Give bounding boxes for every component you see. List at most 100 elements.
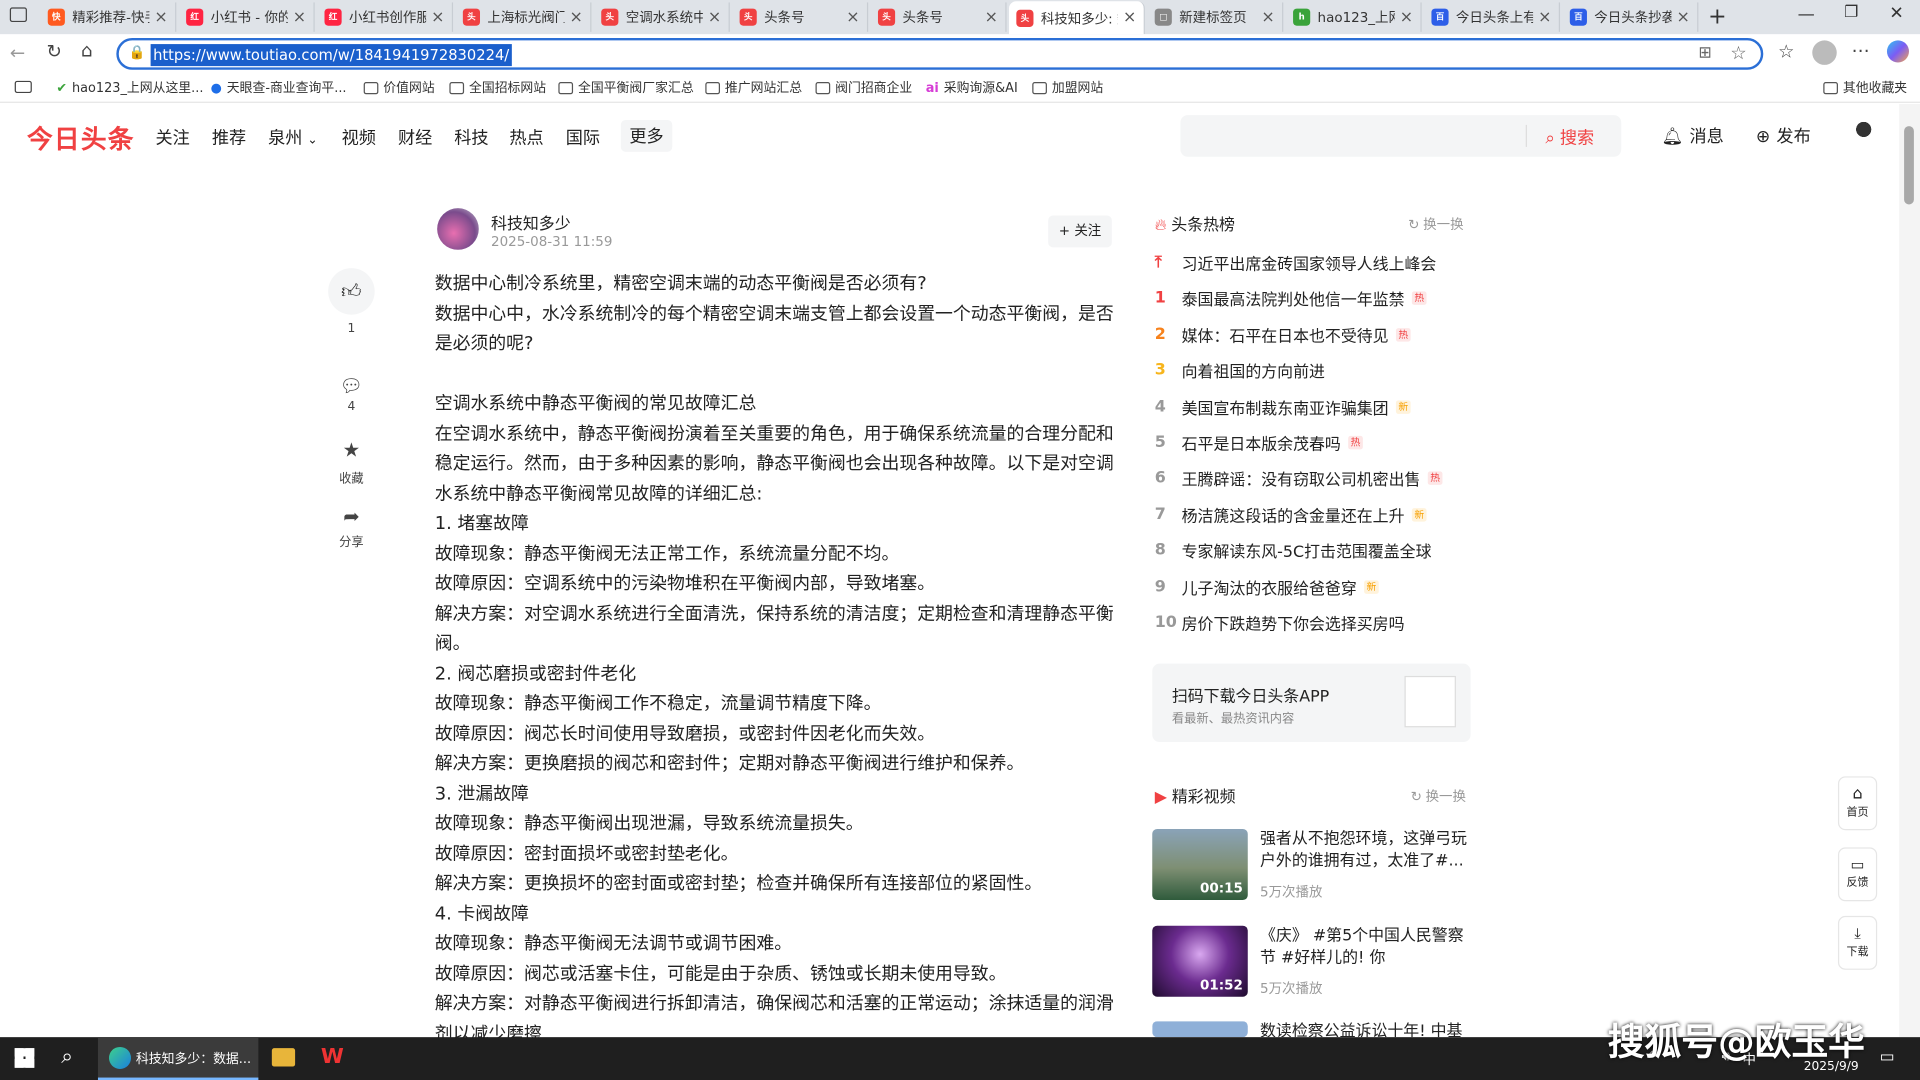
tab-close-icon[interactable]: × bbox=[1538, 8, 1551, 26]
bookmark-folder[interactable]: 全国平衡阀厂家汇总 bbox=[558, 78, 694, 96]
video-item[interactable]: 00:15 强者从不抱怨环境，这弹弓玩户外的谁拥有过，太准了#... 5万次播放 bbox=[1152, 828, 1470, 915]
nav-recommend[interactable]: 推荐 bbox=[212, 125, 246, 149]
user-avatar[interactable] bbox=[1851, 120, 1876, 147]
profile-avatar[interactable] bbox=[1812, 40, 1837, 65]
bookmark-tianyancha[interactable]: ● 天眼查-商业查询平... bbox=[211, 78, 347, 96]
search-icon[interactable]: ⌕ bbox=[61, 1044, 73, 1068]
hot-list-item[interactable]: 3 向着祖国的方向前进 bbox=[1155, 359, 1325, 382]
browser-tab[interactable]: 快精彩推荐-快手 × bbox=[40, 2, 177, 32]
video-item[interactable]: 数读检察公益诉讼十年! 中基 bbox=[1152, 1021, 1470, 1038]
browser-tab[interactable]: 百今日头条抄袭 × bbox=[1562, 2, 1699, 32]
browser-tab[interactable]: 红小红书 - 你的生活 × bbox=[179, 2, 315, 32]
url-text[interactable]: https://www.toutiao.com/w/18419419728302… bbox=[150, 44, 512, 67]
copilot-icon[interactable] bbox=[1886, 40, 1909, 63]
tab-close-icon[interactable]: × bbox=[708, 8, 721, 26]
follow-button[interactable]: + 关注 bbox=[1048, 215, 1112, 248]
home-icon[interactable]: ⌂ bbox=[81, 39, 93, 61]
tab-close-icon[interactable]: × bbox=[1400, 8, 1413, 26]
browser-tab[interactable]: □ 新建标签页 × bbox=[1147, 2, 1284, 32]
share-icon[interactable]: ➦ bbox=[328, 504, 375, 527]
favorites-icon[interactable]: ☆ bbox=[1778, 40, 1794, 62]
page-scrollbar[interactable] bbox=[1899, 104, 1920, 1038]
bookmark-hao123[interactable]: ✔ hao123_上网从这里... bbox=[56, 78, 203, 96]
bookmark-folder[interactable]: 阀门招商企业 bbox=[815, 78, 912, 96]
float-download-button[interactable]: ⤓ 下载 bbox=[1837, 915, 1878, 970]
hot-list-item[interactable]: 10 房价下跌趋势下你会选择买房吗 bbox=[1155, 611, 1405, 634]
browser-tab[interactable]: 红小红书创作服务平台 × bbox=[317, 2, 454, 32]
wps-icon[interactable]: W bbox=[321, 1044, 344, 1068]
url-field[interactable]: 🔒 https://www.toutiao.com/w/184194197283… bbox=[116, 37, 1764, 70]
collections-icon[interactable] bbox=[14, 80, 32, 94]
back-icon[interactable]: ← bbox=[10, 42, 25, 64]
nav-quanzhou[interactable]: 泉州 ⌄ bbox=[268, 125, 317, 149]
bookmark-folder[interactable]: 加盟网站 bbox=[1032, 78, 1103, 96]
bookmark-folder[interactable]: 全国招标网站 bbox=[449, 78, 546, 96]
hot-list-item[interactable]: 2 媒体：石平在日本也不受待见热 bbox=[1155, 323, 1411, 346]
tab-close-icon[interactable]: × bbox=[293, 8, 306, 26]
like-button[interactable]: 👍︎ bbox=[328, 268, 375, 315]
hot-list-item[interactable]: 7 杨洁篪这段话的含金量还在上升新 bbox=[1155, 503, 1427, 526]
refresh-icon[interactable]: ↻ bbox=[47, 40, 62, 62]
tab-close-icon[interactable]: × bbox=[1261, 8, 1274, 26]
browser-tab[interactable]: 百今日头条上有几 × bbox=[1424, 2, 1561, 32]
author-name[interactable]: 科技知多少 bbox=[491, 211, 571, 234]
messages-button[interactable]: 🔔︎ 消息 bbox=[1662, 124, 1724, 148]
browser-tab[interactable]: 头头条号 × bbox=[871, 2, 1007, 32]
bookmark-folder[interactable]: 推广网站汇总 bbox=[705, 78, 802, 96]
file-explorer-icon[interactable] bbox=[271, 1048, 296, 1067]
video-item[interactable]: 01:52 《庆》 #第5个中国人民警察节 #好样儿的! 你 5万次播放 bbox=[1152, 925, 1470, 1012]
search-button[interactable]: ⌕ 搜索 bbox=[1545, 125, 1594, 149]
publish-button[interactable]: ⊕ 发布 bbox=[1756, 124, 1811, 148]
comment-icon[interactable]: 💬︎ bbox=[328, 375, 375, 397]
tab-close-icon[interactable]: × bbox=[154, 8, 167, 26]
author-avatar[interactable] bbox=[437, 208, 479, 250]
hot-refresh-button[interactable]: ↻ 换一换 bbox=[1408, 214, 1463, 234]
browser-tab[interactable]: 头头条号 × bbox=[732, 2, 869, 32]
bookmark-caigou[interactable]: ai 采购询源&AI bbox=[926, 78, 1018, 96]
app-available-icon[interactable]: ⊞ bbox=[1698, 44, 1711, 62]
nav-follow[interactable]: 关注 bbox=[156, 125, 190, 149]
nav-finance[interactable]: 财经 bbox=[398, 125, 432, 149]
video-refresh-button[interactable]: ↻ 换一换 bbox=[1411, 786, 1466, 806]
browser-tab[interactable]: 头空调水系统中静态 × bbox=[594, 2, 730, 32]
windows-start-icon[interactable] bbox=[14, 1048, 35, 1068]
hot-list-item[interactable]: 5 石平是日本版余茂春吗热 bbox=[1155, 431, 1363, 454]
notification-icon[interactable]: ▭ bbox=[1880, 1048, 1895, 1066]
nav-tech[interactable]: 科技 bbox=[454, 125, 488, 149]
hot-list-item[interactable]: 8 专家解读东风-5C打击范围覆盖全球 bbox=[1155, 539, 1432, 562]
nav-intl[interactable]: 国际 bbox=[566, 125, 600, 149]
nav-more[interactable]: 更多 bbox=[620, 120, 673, 152]
new-tab-button[interactable]: + bbox=[1708, 4, 1726, 30]
more-menu-icon[interactable]: ⋯ bbox=[1851, 39, 1869, 61]
app-download-card[interactable]: 扫码下载今日头条APP 看最新、最热资讯内容 bbox=[1152, 663, 1471, 743]
tab-close-icon[interactable]: × bbox=[1123, 9, 1136, 27]
nav-hot[interactable]: 热点 bbox=[509, 125, 543, 149]
hot-list-item[interactable]: 9 儿子淘汰的衣服给爸爸穿新 bbox=[1155, 575, 1379, 598]
tab-close-icon[interactable]: × bbox=[1676, 8, 1689, 26]
bookmark-folder[interactable]: 价值网站 bbox=[363, 78, 435, 96]
other-bookmarks[interactable]: 其他收藏夹 bbox=[1823, 78, 1907, 96]
tab-actions-icon[interactable] bbox=[9, 7, 27, 23]
scrollbar-thumb[interactable] bbox=[1904, 126, 1914, 205]
hot-list-item[interactable]: 1 泰国最高法院判处他信一年监禁热 bbox=[1155, 287, 1427, 310]
hot-list-item[interactable]: ⤒ 习近平出席金砖国家领导人线上峰会 bbox=[1155, 251, 1437, 274]
favorite-star-icon[interactable]: ☆ bbox=[1730, 42, 1746, 64]
browser-tab[interactable]: 头上海标光阀门有限 × bbox=[456, 2, 592, 32]
taskbar-edge-app[interactable]: 科技知多少：数据... bbox=[97, 1037, 259, 1080]
hot-list-item[interactable]: 4 美国宣布制裁东南亚诈骗集团新 bbox=[1155, 395, 1411, 418]
hot-list-item[interactable]: 6 王腾辟谣：没有窃取公司机密出售热 bbox=[1155, 467, 1443, 490]
tab-close-icon[interactable]: × bbox=[846, 8, 859, 26]
float-feedback-button[interactable]: ▭ 反馈 bbox=[1837, 847, 1878, 902]
browser-tab[interactable]: 头科技知多少: 数据 × bbox=[1008, 1, 1145, 35]
tab-close-icon[interactable]: × bbox=[431, 8, 444, 26]
site-logo[interactable]: 今日头条 bbox=[27, 120, 135, 157]
minimize-icon[interactable]: — bbox=[1798, 5, 1815, 25]
close-window-icon[interactable]: ✕ bbox=[1889, 4, 1903, 24]
star-icon[interactable]: ★ bbox=[328, 438, 375, 461]
browser-tab[interactable]: h hao123_上网从这 × bbox=[1286, 2, 1422, 32]
tab-close-icon[interactable]: × bbox=[985, 8, 998, 26]
nav-video[interactable]: 视频 bbox=[342, 125, 376, 149]
float-home-button[interactable]: ⌂ 首页 bbox=[1837, 776, 1878, 831]
restore-icon[interactable]: ❐ bbox=[1844, 4, 1858, 22]
tab-close-icon[interactable]: × bbox=[570, 8, 583, 26]
